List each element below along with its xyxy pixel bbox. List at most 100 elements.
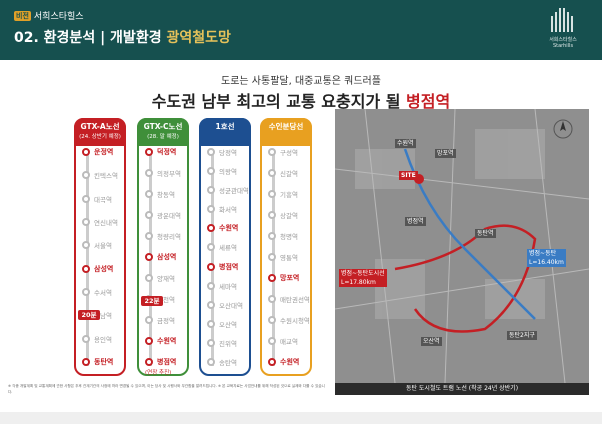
station-dot-icon bbox=[268, 211, 276, 219]
station-name: 상갈역 bbox=[280, 212, 298, 220]
station-name: 수원시청역 bbox=[280, 317, 310, 325]
station-dot-icon bbox=[82, 334, 90, 343]
station: 대곡역 bbox=[82, 193, 112, 205]
bottom-strip bbox=[0, 412, 602, 424]
station-dot-icon bbox=[268, 253, 276, 261]
station-name: 의정부역 bbox=[157, 170, 181, 178]
station: 오산대역 bbox=[207, 299, 243, 311]
logo-subtext: Starhills bbox=[552, 43, 574, 49]
map-label-osan: 오산역 bbox=[421, 337, 442, 346]
brand: 비전 서희스타힐스 bbox=[14, 9, 84, 22]
station-name: 동탄역 bbox=[94, 358, 114, 366]
line-a-label: 병점~동탄도시선 L=17.80km bbox=[339, 269, 387, 287]
line-name: GTX-A노선 bbox=[80, 122, 120, 131]
site-label: SITE bbox=[399, 171, 418, 180]
station-dot-icon bbox=[207, 281, 215, 290]
station: 세마역 bbox=[207, 280, 237, 292]
station-dot-icon bbox=[207, 262, 215, 271]
station-dot-icon bbox=[268, 337, 276, 345]
station-name: 당정역 bbox=[219, 149, 237, 157]
brand-name: 서희스타힐스 bbox=[33, 12, 84, 22]
station-dot-icon bbox=[145, 316, 153, 324]
travel-time-badge: 20분 bbox=[78, 310, 100, 320]
line-column-3: 1호선 당정역 의왕역 성균관대역 화서역 수원역 세류역 병점역 세마역 오산대역 오산역 진위역 송… bbox=[199, 118, 251, 376]
line-column-2: GTX-C노선 (28. 말 예정) 덕정역 의정부역 창동역 광운대역 청량리역 삼성역 양재… bbox=[137, 118, 189, 376]
station: 용인역 bbox=[82, 333, 112, 345]
logo-icon bbox=[551, 8, 573, 32]
station-dot-icon bbox=[82, 288, 90, 296]
station-dot-icon bbox=[145, 169, 153, 177]
page-title-accent: 광역철도망 bbox=[166, 30, 231, 46]
line-schedule: (24. 상반기 예정) bbox=[79, 134, 121, 140]
station-dot-icon bbox=[145, 148, 153, 156]
station: 화서역 bbox=[207, 203, 237, 215]
station: 매탄권선역 bbox=[268, 293, 310, 305]
station-dot-icon bbox=[268, 316, 276, 324]
station-name: 화서역 bbox=[219, 206, 237, 215]
station-dot-icon bbox=[82, 171, 90, 180]
map-label-suwon: 수원역 bbox=[395, 139, 416, 148]
footnotes: ※ 각종 개발계획 및 교통계획에 관한 사항은 추후 관계기관의 사정에 따라… bbox=[8, 384, 325, 394]
station-name: 진위역 bbox=[219, 339, 237, 348]
station-name: 서울역 bbox=[94, 242, 112, 251]
station: 금정역 bbox=[145, 314, 175, 326]
station-name: 창동역 bbox=[157, 191, 175, 199]
line-column-4: 수인분당선 구성역 신갈역 기흥역 상갈역 청명역 영통역 망포역 매탄권선역 수원시청역 매교역 수… bbox=[260, 118, 312, 376]
logo-text: 서희스타힐스 bbox=[549, 37, 577, 43]
subtitle: 도로는 사통팔달, 대중교통은 쿼드러플 bbox=[221, 76, 381, 87]
line-column-1: GTX-A노선 (24. 상반기 예정) 운정역 킨텍스역 대곡역 연신내역 서울역 삼성역 수… bbox=[74, 118, 126, 376]
station: 삼성역 bbox=[82, 263, 113, 275]
station-name: 덕정역 bbox=[157, 148, 177, 156]
station-name: 망포역 bbox=[280, 274, 300, 282]
station: 삼성역 bbox=[145, 251, 176, 263]
page-title: 02. 환경분석 | 개발환경 광역철도망 bbox=[14, 27, 231, 47]
station-name: 신갈역 bbox=[280, 170, 298, 178]
map-label-dongtan: 동탄역 bbox=[475, 229, 496, 238]
station: 당정역 bbox=[207, 146, 237, 158]
line-header: 수인분당선 bbox=[260, 118, 312, 146]
station-name: 구성역 bbox=[280, 149, 298, 157]
line-name: GTX-C노선 bbox=[143, 122, 183, 131]
station-dot-icon bbox=[207, 243, 215, 252]
station-dot-icon bbox=[145, 253, 153, 261]
station: 영통역 bbox=[268, 251, 298, 263]
station: 서울역 bbox=[82, 239, 112, 251]
station-dot-icon bbox=[207, 338, 215, 347]
station-name: 수원역 bbox=[157, 337, 177, 345]
map-label-dongtan2: 동탄2지구 bbox=[507, 331, 537, 340]
station-dot-icon bbox=[268, 358, 276, 366]
station-dot-icon bbox=[207, 148, 215, 156]
line-name: 1호선 bbox=[215, 122, 235, 131]
station-name: 성균관대역 bbox=[219, 187, 249, 196]
line-schedule: (28. 말 예정) bbox=[147, 134, 179, 140]
line-b-label: 병점~동탄 L=16.40km bbox=[527, 249, 566, 267]
station-dot-icon bbox=[145, 211, 153, 219]
station-dot-icon bbox=[268, 169, 276, 177]
station-name: 송탄역 bbox=[219, 359, 237, 367]
station-name: 병점역 bbox=[219, 262, 239, 271]
station-dot-icon bbox=[82, 218, 90, 226]
station-name: 영통역 bbox=[280, 254, 298, 262]
station-dot-icon bbox=[207, 300, 215, 309]
station: 세류역 bbox=[207, 241, 237, 253]
station-dot-icon bbox=[82, 241, 90, 250]
station-name: 운정역 bbox=[94, 148, 114, 156]
station-dot-icon bbox=[207, 358, 215, 366]
station-name: 청량리역 bbox=[157, 233, 181, 241]
line-header: GTX-A노선 (24. 상반기 예정) bbox=[74, 118, 126, 146]
station-dot-icon bbox=[82, 148, 90, 156]
station: 창동역 bbox=[145, 188, 175, 200]
station-name: 기흥역 bbox=[280, 191, 298, 199]
station-dot-icon bbox=[145, 232, 153, 240]
station: 송탄역 bbox=[207, 356, 237, 368]
station: 수원역 bbox=[207, 222, 238, 234]
station-dot-icon bbox=[207, 205, 215, 214]
line-name: 수인분당선 bbox=[268, 122, 304, 131]
station: 수원시청역 bbox=[268, 314, 310, 326]
station: 청량리역 bbox=[145, 230, 181, 242]
header-bar: 비전 서희스타힐스 02. 환경분석 | 개발환경 광역철도망 서희스타힐스 S… bbox=[0, 0, 602, 60]
station-dot-icon bbox=[268, 232, 276, 240]
station-dot-icon bbox=[145, 274, 153, 282]
station-name: 수원역 bbox=[219, 224, 239, 233]
station: 운정역 bbox=[82, 146, 113, 158]
